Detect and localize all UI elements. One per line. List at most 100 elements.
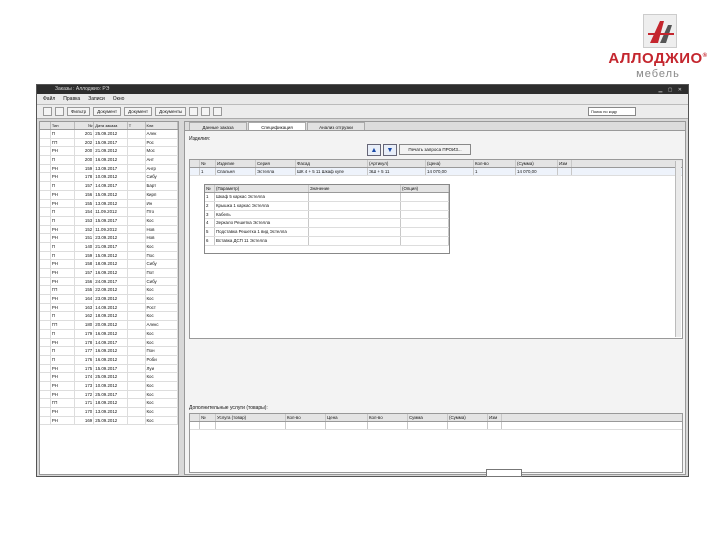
document-button-2[interactable]: Документ bbox=[124, 107, 153, 116]
list-item[interactable]: П 154 11.09.2012 Пто bbox=[40, 208, 178, 217]
brand-name: АЛЛОДЖИО® bbox=[608, 50, 708, 67]
filter-button[interactable]: Фильтр bbox=[67, 107, 91, 116]
help-icon[interactable] bbox=[189, 107, 199, 116]
col-series[interactable]: Серия bbox=[256, 160, 296, 167]
col-client[interactable]: Кли bbox=[146, 122, 178, 129]
list-item[interactable]: ГП 171 18.09.2012 Кос bbox=[40, 399, 178, 408]
list-item[interactable]: П 177 16.09.2012 Пон bbox=[40, 347, 178, 356]
list-item[interactable]: П 200 16.09.2012 Ант bbox=[40, 156, 178, 165]
col-param-no[interactable]: № bbox=[205, 185, 215, 192]
list-item[interactable]: РН 173 10.09.2012 Кос bbox=[40, 381, 178, 391]
col-price[interactable]: Цена bbox=[326, 414, 368, 421]
list-item[interactable]: П 176 16.09.2012 Роби bbox=[40, 355, 178, 365]
list-item[interactable]: РН 170 13.09.2012 Кос bbox=[40, 408, 178, 417]
list-item[interactable]: РН 164 23.09.2012 Кос bbox=[40, 295, 178, 304]
menu-records[interactable]: Записи bbox=[88, 96, 105, 102]
status-box bbox=[486, 469, 522, 477]
col-no[interactable]: № bbox=[200, 414, 216, 421]
list-item[interactable]: РН 178 14.09.2017 Кос bbox=[40, 338, 178, 348]
extra-services-label: Дополнительные услуги (товары): bbox=[189, 405, 268, 411]
menu-window[interactable]: Окно bbox=[113, 96, 125, 102]
list-item[interactable]: РН 172 25.09.2017 Кос bbox=[40, 390, 178, 400]
col-no[interactable]: № bbox=[200, 160, 216, 167]
list-item[interactable]: РН 155 13.09.2012 Ин bbox=[40, 199, 178, 209]
print-icon[interactable] bbox=[201, 107, 211, 116]
col-date[interactable]: Дата заказа bbox=[94, 122, 128, 129]
table-row[interactable]: 3 Кабель bbox=[205, 210, 449, 220]
list-item[interactable]: ГП 180 20.09.2012 Алекс bbox=[40, 321, 178, 330]
col-value[interactable]: Значение bbox=[309, 185, 401, 192]
list-item[interactable]: РН 158 18.09.2012 Сибу bbox=[40, 260, 178, 269]
table-row[interactable] bbox=[190, 422, 682, 430]
col-t[interactable]: Т bbox=[128, 122, 146, 129]
extra-services-subform: № Услуга (товар) Кол-во Цена Кол-во Сумм… bbox=[189, 413, 683, 473]
table-row[interactable]: 1 Спальня Эстелла ШК 4 + 5 11 Шкаф купе … bbox=[190, 168, 682, 176]
list-item[interactable]: РН 174 25.09.2012 Кос bbox=[40, 373, 178, 382]
col-sum-2[interactable]: (Сумма) bbox=[448, 414, 488, 421]
list-item[interactable]: П 140 21.09.2017 Кос bbox=[40, 242, 178, 252]
items-label: Изделия: bbox=[189, 136, 211, 142]
list-item[interactable]: РН 163 14.09.2012 Рост bbox=[40, 303, 178, 313]
col-option[interactable]: (Опция) bbox=[401, 185, 449, 192]
col-qty-2[interactable]: Кол-во bbox=[368, 414, 408, 421]
col-price[interactable]: (Цена) bbox=[426, 160, 474, 167]
list-item[interactable]: РН 175 15.09.2017 Луи bbox=[40, 364, 178, 374]
tab-shipment-analysis[interactable]: Анализ отгрузки bbox=[307, 122, 365, 130]
list-item[interactable]: РН 156 24.09.2017 Сибу bbox=[40, 277, 178, 287]
scrollbar[interactable] bbox=[675, 161, 681, 337]
col-service[interactable]: Услуга (товар) bbox=[216, 414, 286, 421]
list-item[interactable]: РН 152 11.09.2012 Нов bbox=[40, 225, 178, 235]
documents-button[interactable]: Документы bbox=[155, 107, 187, 116]
list-item[interactable]: П 153 15.09.2017 Кос bbox=[40, 216, 178, 226]
table-row[interactable]: 6 Вставка ДСП 11 Эстелла bbox=[205, 236, 449, 246]
tab-order-data[interactable]: Данные заказа bbox=[189, 122, 247, 130]
document-button[interactable]: Документ bbox=[93, 107, 122, 116]
list-item[interactable]: РН 156 15.09.2012 Кирп bbox=[40, 190, 178, 200]
col-article[interactable]: (Артикул) bbox=[368, 160, 426, 167]
list-item[interactable]: РН 151 23.09.2012 Нов bbox=[40, 234, 178, 243]
orders-list-body: П 201 25.09.2012 Алек ГП 202 15.09.2017 Рос РН 20… bbox=[40, 130, 178, 426]
list-item[interactable]: П 179 16.09.2012 Кос bbox=[40, 329, 178, 339]
table-row[interactable]: 1 Шкаф 5 каркас Эстелла bbox=[205, 193, 449, 202]
list-item[interactable]: РН 159 13.09.2017 Ангр bbox=[40, 164, 178, 174]
list-item[interactable]: РН 157 16.09.2012 Пот bbox=[40, 269, 178, 278]
list-item[interactable]: РН 200 21.09.2012 Мос bbox=[40, 147, 178, 157]
brand-subtitle: мебель bbox=[636, 68, 680, 80]
move-up-icon[interactable]: ▲ bbox=[367, 144, 381, 156]
col-sum[interactable]: (Сумма) bbox=[516, 160, 558, 167]
table-row[interactable]: 4 Зеркало Решетка Эстелла bbox=[205, 219, 449, 229]
col-edit[interactable]: Изм bbox=[488, 414, 502, 421]
move-down-icon[interactable]: ▼ bbox=[383, 144, 397, 156]
col-facade[interactable]: Фасад bbox=[296, 160, 368, 167]
list-item[interactable]: П 157 14.09.2017 Барт bbox=[40, 182, 178, 191]
col-product[interactable]: Изделие bbox=[216, 160, 256, 167]
col-sum[interactable]: Сумма bbox=[408, 414, 448, 421]
parameters-subgrid: № (Параметр) Значение (Опция) 1 Шкаф 5 ка… bbox=[204, 184, 450, 254]
window-controls[interactable]: ▁ ▢ ✕ bbox=[658, 86, 684, 95]
print-request-button[interactable]: Печать запроса ПРОИЗ... bbox=[399, 144, 471, 155]
parameters-body: 1 Шкаф 5 каркас Эстелла 2 Крышка 1 каркас Э… bbox=[205, 193, 449, 246]
table-row[interactable]: 2 Крышка 1 каркас Эстелла bbox=[205, 201, 449, 211]
list-item[interactable]: П 201 25.09.2012 Алек bbox=[40, 130, 178, 139]
col-type[interactable]: Тип bbox=[51, 122, 75, 129]
col-edit[interactable]: Изм bbox=[558, 160, 572, 167]
list-item[interactable]: ГП 202 15.09.2017 Рос bbox=[40, 138, 178, 148]
col-qty[interactable]: Кол-во bbox=[474, 160, 516, 167]
list-item[interactable]: РН 169 25.09.2012 Кос bbox=[40, 416, 178, 426]
list-item[interactable]: П 159 15.09.2012 Пос bbox=[40, 251, 178, 261]
save-icon[interactable] bbox=[43, 107, 52, 116]
col-qty[interactable]: Кол-во bbox=[286, 414, 326, 421]
list-item[interactable]: П 162 18.09.2012 Кос bbox=[40, 312, 178, 322]
items-grid-header: № Изделие Серия Фасад (Артикул) (Цена) К… bbox=[190, 160, 682, 168]
menu-file[interactable]: Файл bbox=[43, 96, 55, 102]
list-item[interactable]: ГП 155 22.09.2012 Кос bbox=[40, 286, 178, 296]
menu-edit[interactable]: Правка bbox=[63, 96, 80, 102]
table-row[interactable]: 5 Подставка Решетка 1 вид Эстелла bbox=[205, 228, 449, 237]
tab-specification[interactable]: Спецификация bbox=[248, 122, 306, 130]
refresh-icon[interactable] bbox=[213, 107, 223, 116]
list-item[interactable]: РН 178 10.09.2012 Сибу bbox=[40, 173, 178, 183]
undo-icon[interactable] bbox=[55, 107, 64, 116]
col-parameter[interactable]: (Параметр) bbox=[215, 185, 309, 192]
col-number[interactable]: № bbox=[75, 122, 95, 129]
search-input[interactable]: Поиск по коду bbox=[588, 107, 636, 116]
